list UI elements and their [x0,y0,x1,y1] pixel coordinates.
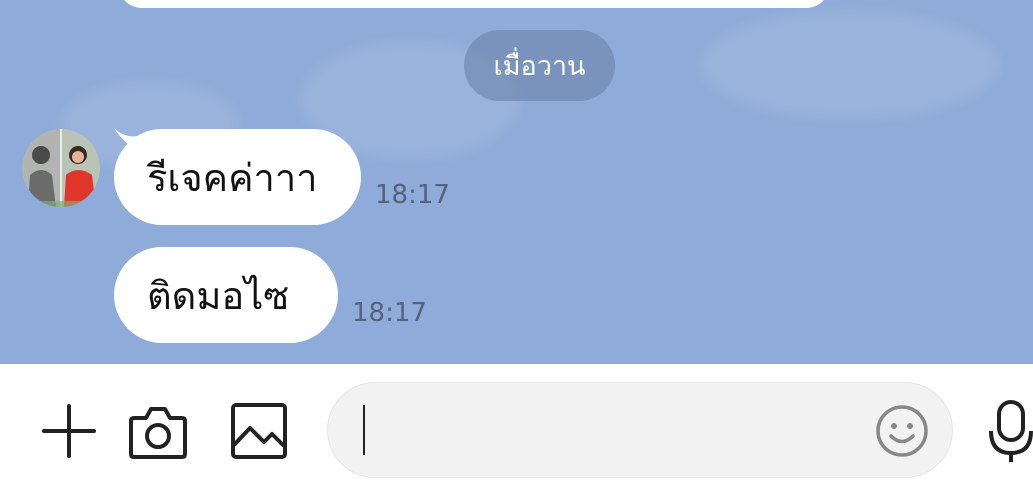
message-input[interactable] [358,403,862,459]
avatar-image [22,129,100,207]
camera-icon [129,407,187,459]
message-bubble[interactable]: ติดมอไซ [114,247,338,343]
chat-screen: เมื่อวาน รีเจคค่าาา 18:17 ติดมอไซ 18:17 [0,0,1033,497]
message-time: 18:17 [352,298,427,328]
message-text: รีเจคค่าาา [147,155,318,200]
text-cursor [363,405,365,455]
message-input-bar [0,364,1033,497]
voice-button[interactable] [988,398,1033,464]
message-time: 18:17 [375,180,450,210]
camera-button[interactable] [126,400,190,464]
background-cloud [700,10,1000,120]
image-icon [231,403,287,459]
previous-message-bubble[interactable] [118,0,830,8]
message-text-field[interactable] [327,382,953,478]
gallery-button[interactable] [228,400,290,462]
date-separator-label: เมื่อวาน [493,51,586,82]
smiley-icon [876,405,928,457]
emoji-button[interactable] [874,403,930,459]
contact-avatar[interactable] [22,129,100,207]
date-separator: เมื่อวาน [464,30,615,101]
chat-message-area[interactable]: เมื่อวาน รีเจคค่าาา 18:17 ติดมอไซ 18:17 [0,0,1033,364]
message-text: ติดมอไซ [147,273,290,318]
microphone-icon [989,400,1033,462]
plus-icon [42,404,96,458]
add-button[interactable] [38,400,100,462]
message-bubble[interactable]: รีเจคค่าาา [114,129,361,225]
